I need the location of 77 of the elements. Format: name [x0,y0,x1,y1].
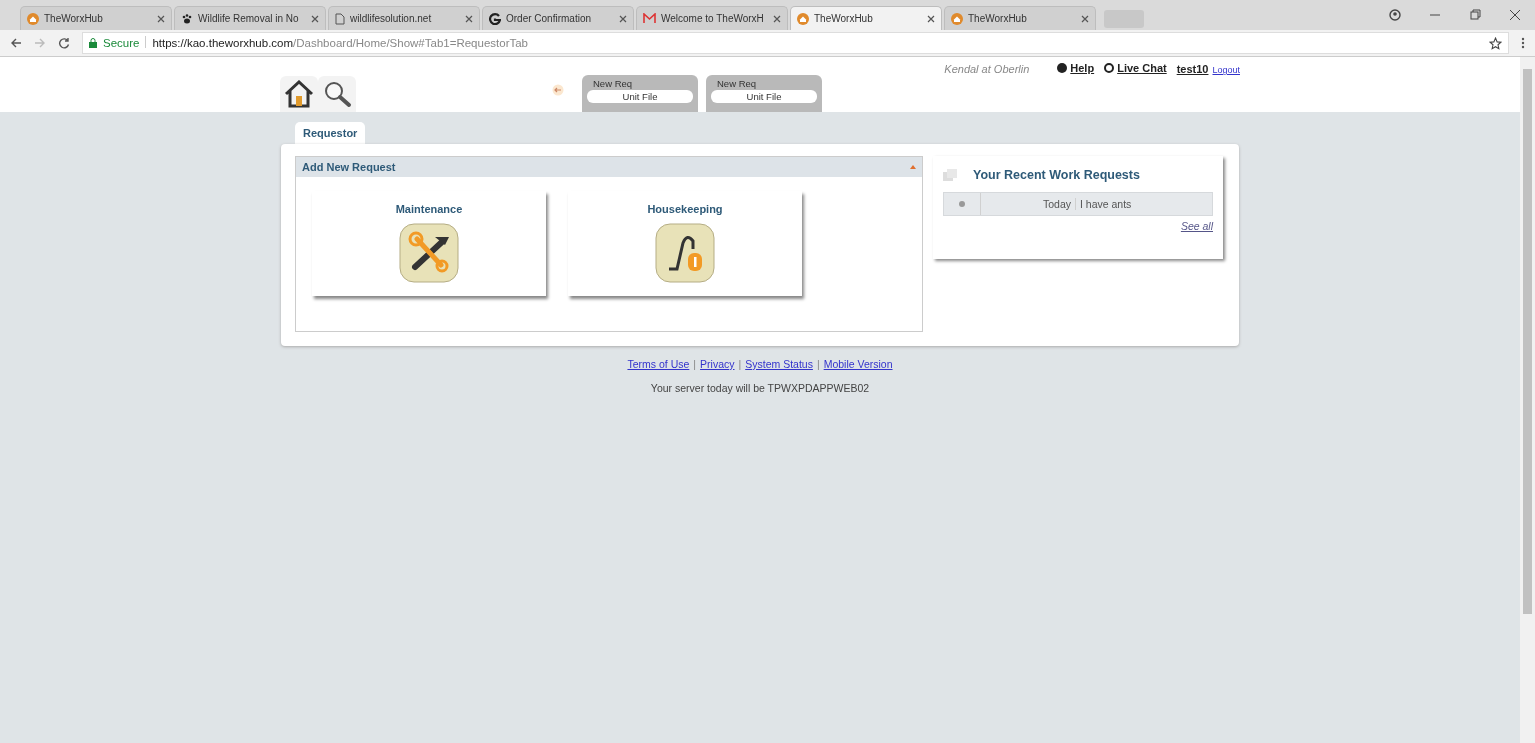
close-icon[interactable] [157,14,165,23]
panel-title: Add New Request [302,161,396,173]
house-icon [284,80,314,108]
tools-icon [399,223,459,283]
see-all-link[interactable]: See all [1180,220,1213,232]
house-icon [27,12,39,25]
house-icon [951,12,963,25]
restore-icon[interactable] [1469,9,1481,21]
footer-link[interactable]: Privacy [700,358,735,370]
status-dot-icon [959,201,965,207]
tile-label: Housekeeping [647,203,723,215]
menu-icon[interactable] [1521,37,1525,49]
live-chat-link[interactable]: Live Chat [1104,62,1167,74]
help-link[interactable]: Help [1057,62,1095,74]
browser-tab[interactable]: TheWorxHub [944,6,1096,30]
chat-icon [1104,63,1115,73]
star-icon[interactable] [1489,36,1502,50]
search-icon [322,80,352,108]
lock-icon [89,38,97,48]
request-tab[interactable]: New Req Unit File [582,75,698,112]
separator: | [816,358,820,370]
footer-link[interactable]: Terms of Use [627,358,690,370]
site-name: Kendal at Oberlin [944,63,1030,75]
request-tile[interactable]: Housekeeping [568,191,802,296]
separator: | [693,358,697,370]
footer-link[interactable]: Mobile Version [823,358,893,370]
close-icon[interactable] [619,14,627,23]
scrollbar[interactable] [1520,57,1535,743]
paw-icon [181,12,193,25]
request-tile[interactable]: Maintenance [312,191,546,296]
close-icon[interactable] [773,14,781,23]
request-tab-title: New Req [592,78,634,89]
browser-tab[interactable]: Wildlife Removal in No [174,6,326,30]
request-text: I have ants [1079,198,1132,210]
unit-file-button[interactable]: Unit File [711,90,817,103]
help-icon [1057,63,1068,73]
browser-tab[interactable]: TheWorxHub [790,6,942,30]
tile-label: Maintenance [395,203,463,215]
browser-tab[interactable]: Order Confirmation [482,6,634,30]
url-text: https://kao.theworxhub.com/Dashboard/Home/Show#Tab1=RequestorTab [152,37,528,49]
collapse-icon[interactable] [910,165,916,169]
page-icon [335,12,345,25]
search-tab[interactable] [318,76,356,112]
close-icon[interactable] [465,14,473,23]
request-row[interactable]: Today I have ants [943,192,1213,216]
request-date: Today [981,198,1076,210]
panel-title: Your Recent Work Requests [973,168,1140,182]
address-bar[interactable]: Secure https://kao.theworxhub.com/Dashboard/Home/Show#Tab1=RequestorTab [82,32,1509,54]
g-logo-icon [489,12,501,25]
footer-link[interactable]: System Status [745,358,813,370]
mail-icon [643,13,656,24]
page-tab[interactable]: Requestor [295,122,366,144]
request-tab[interactable]: New Req Unit File [706,75,822,112]
secure-label: Secure [103,37,140,49]
back-arrow-icon[interactable] [552,83,564,96]
request-tab-title: New Req [716,78,758,89]
vacuum-icon [655,223,715,283]
close-icon[interactable] [311,14,319,23]
close-icon[interactable] [1081,14,1089,23]
logout-link[interactable]: Logout [1212,65,1240,75]
server-info: Your server today will be TPWXPDAPPWEB02 [650,382,870,394]
separator: | [738,358,742,370]
user-name[interactable]: test10 [1176,63,1209,75]
close-icon[interactable] [927,14,935,23]
home-tab[interactable] [280,76,318,112]
browser-tab[interactable]: Welcome to TheWorxH [636,6,788,30]
unit-file-button[interactable]: Unit File [587,90,693,103]
reload-icon[interactable] [58,37,70,49]
browser-tab[interactable]: TheWorxHub [20,6,172,30]
back-icon[interactable] [10,37,22,49]
browser-tab[interactable]: wildlifesolution.net [328,6,480,30]
profile-icon[interactable] [1389,9,1401,21]
scrollbar-thumb[interactable] [1523,69,1532,614]
list-icon [943,169,957,181]
house-icon [797,12,809,25]
close-icon[interactable] [1509,9,1521,21]
divider-icon [145,36,147,48]
